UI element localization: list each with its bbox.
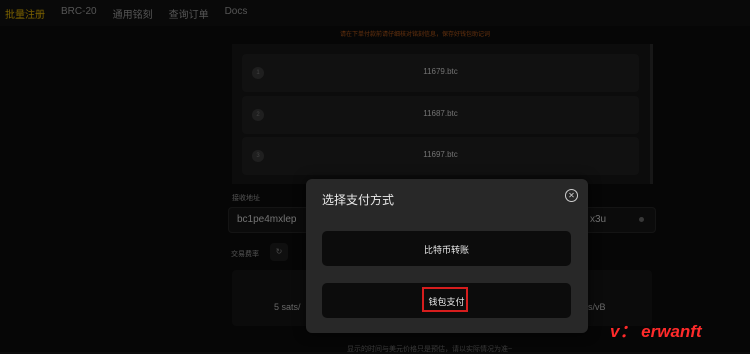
bitcoin-transfer-label: 比特币转账	[423, 245, 469, 255]
close-icon[interactable]: ✕	[565, 189, 578, 202]
watermark-text: v： erwanft	[610, 322, 702, 341]
payment-method-modal: 选择支付方式 ✕ 比特币转账 钱包支付	[306, 179, 588, 333]
bitcoin-transfer-button[interactable]: 比特币转账	[322, 231, 571, 266]
wallet-pay-button[interactable]: 钱包支付	[322, 283, 571, 318]
modal-title: 选择支付方式	[322, 193, 395, 207]
wallet-pay-label: 钱包支付	[428, 297, 465, 307]
